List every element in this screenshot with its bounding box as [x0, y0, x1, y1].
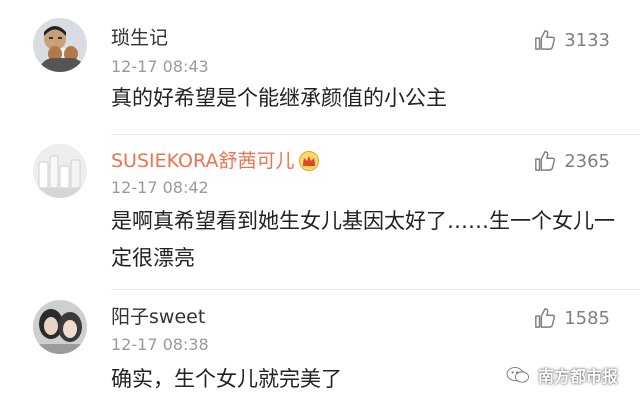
- like-count: 3133: [564, 29, 610, 51]
- like-count: 1585: [564, 307, 610, 329]
- wechat-logo-icon: [506, 367, 529, 383]
- comment-text: 是啊真希望看到她生女儿基因太好了……生一个女儿一定很漂亮: [111, 209, 615, 270]
- thumbs-up-icon: [535, 151, 556, 171]
- avatar[interactable]: [33, 144, 87, 198]
- two-girls-avatar-icon: [33, 300, 87, 354]
- like-button[interactable]: 3133: [534, 27, 610, 53]
- username[interactable]: 琐生记: [111, 26, 168, 50]
- like-count: 2365: [564, 150, 610, 172]
- watermark: 南方都市报: [506, 363, 618, 387]
- divider: [111, 289, 640, 290]
- timestamp: 12-17 08:38: [111, 335, 209, 354]
- timestamp: 12-17 08:43: [111, 57, 209, 76]
- thumbs-up-icon: [535, 30, 556, 50]
- watermark-text: 南方都市报: [537, 367, 618, 386]
- like-button[interactable]: 1585: [534, 305, 610, 331]
- username-label: SUSIEKORA舒茜可儿: [111, 150, 295, 172]
- crown-icon: [298, 151, 320, 177]
- username[interactable]: 阳子sweet: [111, 305, 205, 329]
- cosmetics-bottles-avatar-icon: [33, 144, 87, 198]
- man-with-dog-avatar-icon: [33, 18, 87, 72]
- username[interactable]: SUSIEKORA舒茜可儿: [111, 149, 320, 177]
- like-button[interactable]: 2365: [534, 148, 610, 174]
- comment-text: 真的好希望是个能继承颜值的小公主: [111, 86, 447, 110]
- avatar[interactable]: [33, 18, 87, 72]
- timestamp: 12-17 08:42: [111, 178, 209, 197]
- divider: [111, 134, 640, 135]
- avatar[interactable]: [33, 300, 87, 354]
- thumbs-up-icon: [535, 308, 556, 328]
